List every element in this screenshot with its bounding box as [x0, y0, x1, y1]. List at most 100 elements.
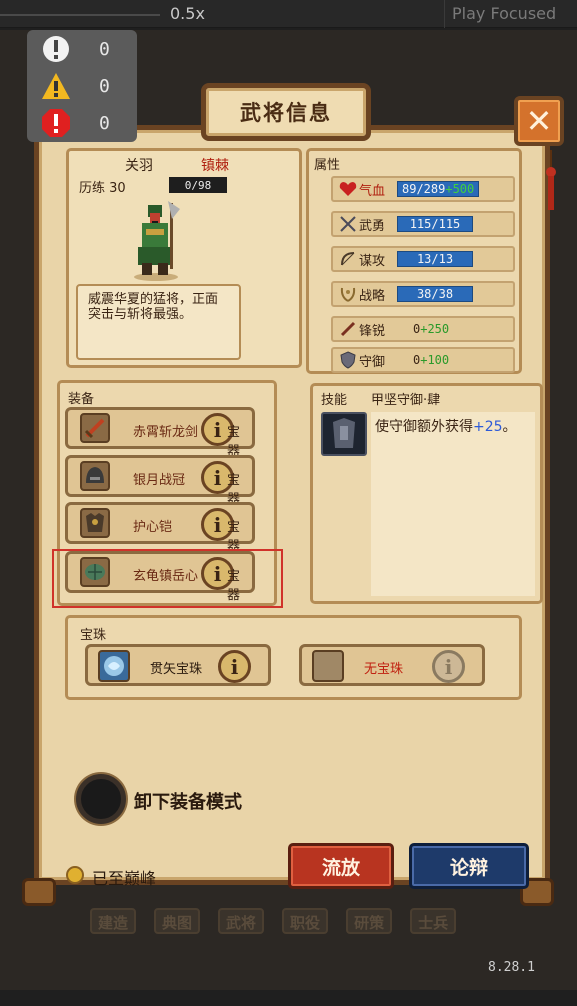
hero-description: 威震华夏的猛将，正面突击与斩将最强。	[76, 284, 241, 360]
scale-slider[interactable]	[0, 14, 160, 16]
laurel-icon	[337, 284, 359, 304]
skill-name: 甲坚守御·肆	[371, 393, 441, 408]
attributes-title: 属性	[314, 158, 341, 173]
bow-icon	[337, 249, 359, 269]
nav-soldiers: 士兵	[410, 908, 457, 934]
armor-icon	[80, 508, 110, 538]
attr-tactics-label: 谋攻	[359, 253, 386, 269]
console-counter-panel: 0 0 0	[27, 30, 137, 142]
attr-row-tactics: 谋攻 13/13	[331, 246, 515, 272]
attr-strategy-value: 38/38	[416, 287, 454, 301]
panel-title: 武将信息	[240, 101, 332, 125]
equipment-name: 护心铠	[133, 520, 173, 535]
orb-slot-2[interactable]: 无宝珠 i	[299, 644, 485, 686]
attr-hp-value: 89/289	[402, 182, 446, 196]
warning-icon	[41, 71, 71, 101]
editor-toolbar: 0.5x Play Focused	[0, 0, 577, 28]
orb-slot-1[interactable]: 贯矢宝珠 i	[85, 644, 271, 686]
attr-hp-bar: 89/289 +500	[397, 181, 480, 197]
attr-defense-value: 0	[413, 353, 421, 367]
debate-label: 论辩	[449, 856, 488, 879]
crossed-swords-icon	[337, 214, 359, 234]
error-count: 0	[99, 112, 110, 134]
error-counter[interactable]: 0	[41, 108, 131, 138]
nav-build: 建造	[90, 908, 137, 934]
helmet-icon	[80, 461, 110, 491]
equipment-name: 银月战冠	[133, 473, 186, 488]
attr-sharpness-bonus: +250	[420, 322, 450, 336]
attributes-panel: 属性 气血 89/289 +500 武勇 115/115 谋攻 13/13 战略…	[306, 148, 522, 374]
nav-codex: 典图	[154, 908, 201, 934]
nav-roles: 职役	[282, 908, 329, 934]
orb-panel: 宝珠 贯矢宝珠 i 无宝珠 i	[65, 615, 522, 700]
skill-bonus-value: +25	[473, 419, 503, 435]
skill-heading: 技能	[321, 393, 348, 408]
peak-status: 已至巅峰	[92, 869, 157, 888]
attr-row-sharpness: 锋锐 0 +250	[331, 316, 515, 342]
skill-description: 使守御额外获得+25。	[371, 412, 535, 596]
attr-courage-bar: 115/115	[397, 216, 473, 232]
error-icon	[41, 108, 71, 138]
hero-rank: 镇棘	[201, 158, 229, 174]
hero-experience-bar: 0/98	[169, 177, 227, 193]
info-button[interactable]: i	[218, 650, 251, 683]
warning-counter[interactable]: 0	[41, 71, 131, 101]
attr-row-strategy: 战略 38/38	[331, 281, 515, 307]
attr-defense-bonus: +100	[420, 353, 450, 367]
tassel-ornament	[546, 150, 556, 210]
empty-slot-icon	[312, 650, 344, 682]
info-icon	[41, 34, 71, 64]
attr-defense-label: 守御	[359, 354, 386, 370]
nav-research: 研策	[346, 908, 393, 934]
close-icon: ✕	[525, 102, 553, 140]
shield-icon	[337, 350, 359, 370]
play-focused-dropdown[interactable]: Play Focused	[452, 4, 556, 23]
orb-title: 宝珠	[80, 628, 107, 643]
attr-strategy-label: 战略	[359, 288, 386, 304]
close-button[interactable]: ✕	[514, 96, 564, 146]
attr-courage-value: 115/115	[409, 217, 461, 231]
warning-count: 0	[99, 75, 110, 97]
sword-icon	[80, 413, 110, 443]
equipment-title: 装备	[68, 392, 95, 407]
skill-armor-icon[interactable]	[321, 412, 367, 456]
attr-row-defense: 守御 0 +100	[331, 347, 515, 373]
hero-name: 关羽	[125, 158, 153, 174]
exile-label: 流放	[321, 856, 360, 879]
equipment-slot-helmet[interactable]: 银月战冠 i 宝器	[65, 455, 255, 507]
hero-portrait	[134, 201, 180, 281]
unequip-mode-toggle[interactable]	[76, 774, 126, 824]
orb-gem-icon	[98, 650, 130, 682]
exile-button[interactable]: 流放	[288, 843, 394, 889]
info-counter[interactable]: 0	[41, 34, 131, 64]
heart-icon	[337, 179, 359, 199]
panel-corner-left	[22, 878, 56, 906]
zoom-level: 0.5x	[170, 4, 205, 23]
equipment-name: 赤霄斩龙剑	[133, 425, 199, 440]
attr-strategy-bar: 38/38	[397, 286, 473, 302]
equipment-tag: 宝器	[227, 425, 241, 459]
toolbar-divider	[444, 0, 445, 28]
skill-description-text: 使守御额外获得	[375, 419, 473, 435]
attr-row-courage: 武勇 115/115	[331, 211, 515, 237]
attr-courage-label: 武勇	[359, 218, 386, 234]
info-count: 0	[99, 38, 110, 60]
blade-icon	[337, 319, 359, 339]
bottom-nav-background: 建造 典图 武将 职役 研策 士兵	[90, 908, 510, 934]
version-label: 8.28.1	[488, 960, 535, 975]
info-button-disabled[interactable]: i	[432, 650, 465, 683]
selection-highlight	[52, 549, 283, 608]
equipment-slot-armor[interactable]: 护心铠 i 宝器	[65, 502, 255, 554]
debate-button[interactable]: 论辩	[409, 843, 529, 889]
attr-row-hp: 气血 89/289 +500	[331, 176, 515, 202]
unequip-mode-label: 卸下装备模式	[134, 792, 242, 813]
orb-name: 贯矢宝珠	[150, 662, 203, 677]
attr-tactics-value: 13/13	[416, 252, 454, 266]
hero-experience-value: 0/98	[184, 178, 212, 192]
orb-name: 无宝珠	[364, 662, 404, 677]
coin-icon	[66, 866, 84, 884]
attr-hp-bonus: +500	[445, 182, 475, 196]
equipment-slot-weapon[interactable]: 赤霄斩龙剑 i 宝器	[65, 407, 255, 459]
attr-tactics-bar: 13/13	[397, 251, 473, 267]
attr-sharpness-label: 锋锐	[359, 323, 386, 339]
